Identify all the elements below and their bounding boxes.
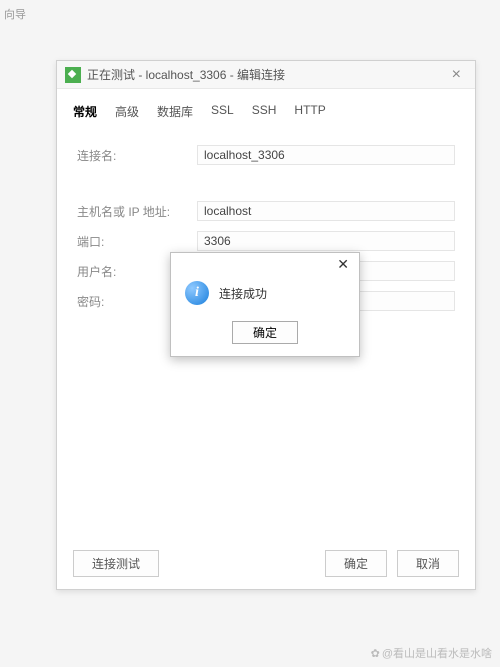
port-input[interactable] xyxy=(197,231,455,251)
app-icon xyxy=(65,67,81,83)
tab-ssl[interactable]: SSL xyxy=(209,99,236,128)
message-ok-button[interactable]: 确定 xyxy=(232,321,298,344)
page-header: 向导 xyxy=(4,6,26,22)
watermark-icon: ✿ xyxy=(371,648,380,660)
dialog-button-bar: 连接测试 确定 取消 xyxy=(57,550,475,577)
host-input[interactable] xyxy=(197,201,455,221)
close-icon[interactable]: × xyxy=(446,66,467,84)
tab-advanced[interactable]: 高级 xyxy=(113,99,141,128)
test-connection-button[interactable]: 连接测试 xyxy=(73,550,159,577)
dialog-title: 正在测试 - localhost_3306 - 编辑连接 xyxy=(87,66,285,83)
info-icon: i xyxy=(185,281,209,305)
tab-database[interactable]: 数据库 xyxy=(155,99,195,128)
dialog-titlebar: 正在测试 - localhost_3306 - 编辑连接 × xyxy=(57,61,475,89)
message-box-body: i 连接成功 xyxy=(171,275,359,315)
watermark-text: @看山是山看水是水啥 xyxy=(382,648,492,660)
message-box-footer: 确定 xyxy=(171,315,359,356)
tab-general[interactable]: 常规 xyxy=(71,99,99,128)
tab-bar: 常规 高级 数据库 SSL SSH HTTP xyxy=(57,89,475,128)
tab-ssh[interactable]: SSH xyxy=(250,99,279,128)
label-host: 主机名或 IP 地址: xyxy=(77,203,197,220)
connection-name-input[interactable] xyxy=(197,145,455,165)
cancel-button[interactable]: 取消 xyxy=(397,550,459,577)
label-port: 端口: xyxy=(77,233,197,250)
ok-button[interactable]: 确定 xyxy=(325,550,387,577)
message-text: 连接成功 xyxy=(219,285,267,302)
message-box-header: ✕ xyxy=(171,253,359,275)
tab-http[interactable]: HTTP xyxy=(292,99,327,128)
label-connection-name: 连接名: xyxy=(77,147,197,164)
message-box: ✕ i 连接成功 确定 xyxy=(170,252,360,357)
close-icon[interactable]: ✕ xyxy=(333,256,353,273)
watermark: ✿@看山是山看水是水啥 xyxy=(371,645,492,661)
